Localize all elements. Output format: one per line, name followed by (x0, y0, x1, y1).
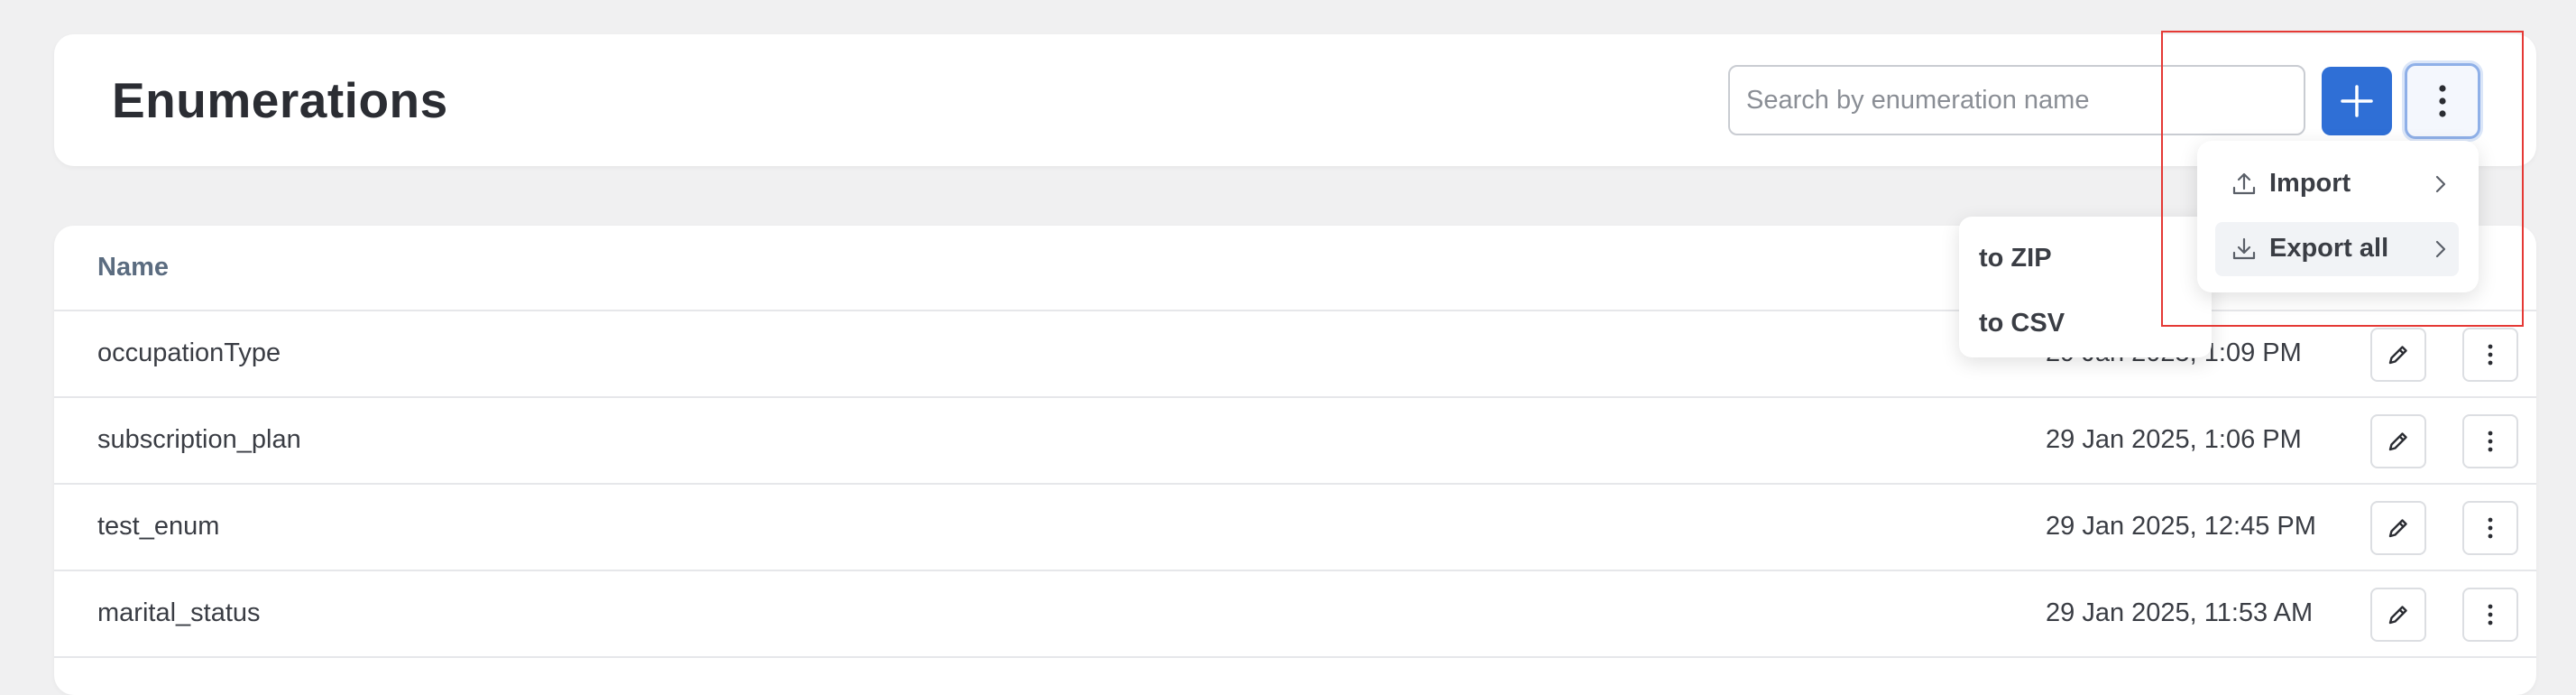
chevron-right-icon (2435, 240, 2446, 258)
plus-icon (2341, 85, 2373, 117)
kebab-icon (2488, 431, 2493, 452)
export-submenu: to ZIP to CSV (1959, 217, 2212, 357)
download-icon (2232, 237, 2256, 260)
kebab-icon (2488, 517, 2493, 539)
kebab-icon (2488, 344, 2493, 366)
header-card: Enumerations (54, 34, 2536, 166)
enumeration-date: 29 Jan 2025, 11:53 AM (2046, 598, 2314, 627)
edit-button[interactable] (2370, 501, 2426, 555)
actions-menu: Import Export all (2197, 141, 2479, 292)
export-to-zip-item[interactable]: to ZIP (1979, 244, 2052, 273)
table-row[interactable]: test_enum 29 Jan 2025, 12:45 PM (54, 485, 2536, 571)
row-more-button[interactable] (2462, 328, 2518, 382)
enumeration-date: 29 Jan 2025, 1:06 PM (2046, 425, 2302, 454)
edit-button[interactable] (2370, 588, 2426, 642)
menu-item-export-all[interactable]: Export all (2215, 222, 2459, 276)
row-more-button[interactable] (2462, 501, 2518, 555)
page-title: Enumerations (112, 72, 448, 128)
kebab-icon (2439, 85, 2446, 117)
column-header-name[interactable]: Name (97, 253, 169, 283)
enumeration-name[interactable]: test_enum (97, 512, 219, 542)
search-input[interactable] (1728, 65, 2305, 135)
enumeration-name[interactable]: marital_status (97, 598, 261, 628)
menu-item-label: Import (2269, 169, 2351, 198)
pencil-icon (2388, 606, 2407, 625)
kebab-icon (2488, 604, 2493, 626)
menu-item-label: Export all (2269, 234, 2389, 263)
row-more-button[interactable] (2462, 588, 2518, 642)
more-actions-button[interactable] (2405, 63, 2480, 139)
pencil-icon (2388, 432, 2407, 451)
edit-button[interactable] (2370, 414, 2426, 468)
enumeration-name[interactable]: subscription_plan (97, 425, 301, 455)
pencil-icon (2388, 346, 2407, 365)
enumeration-date: 29 Jan 2025, 12:45 PM (2046, 512, 2316, 541)
row-more-button[interactable] (2462, 414, 2518, 468)
edit-button[interactable] (2370, 328, 2426, 382)
enumeration-name[interactable]: occupationType (97, 338, 281, 368)
pencil-icon (2388, 519, 2407, 538)
chevron-right-icon (2435, 175, 2446, 193)
table-row[interactable]: marital_status 29 Jan 2025, 11:53 AM (54, 571, 2536, 658)
export-to-csv-item[interactable]: to CSV (1979, 309, 2065, 338)
add-enumeration-button[interactable] (2322, 67, 2392, 135)
upload-icon (2232, 172, 2256, 195)
table-row[interactable]: subscription_plan 29 Jan 2025, 1:06 PM (54, 398, 2536, 485)
menu-item-import[interactable]: Import (2215, 157, 2459, 211)
